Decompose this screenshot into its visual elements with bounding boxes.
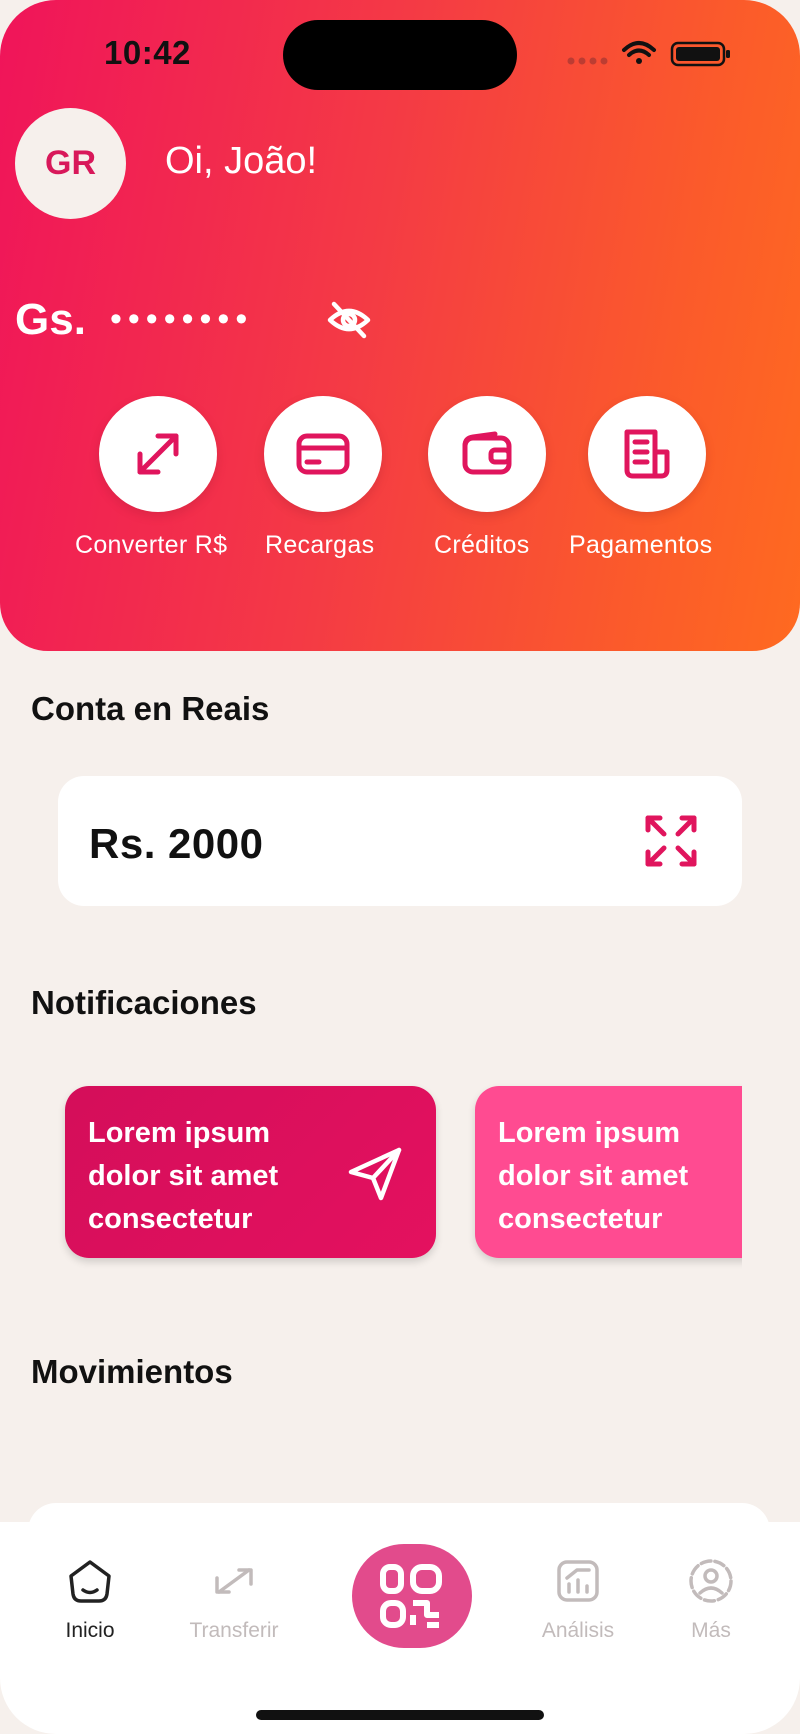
tab-mas[interactable]: Más — [651, 1556, 771, 1643]
wifi-icon — [622, 41, 656, 64]
action-converter[interactable] — [98, 396, 218, 512]
tab-transferir-label: Transferir — [189, 1619, 279, 1642]
notification-text: Lorem ipsum dolor sit amet consectetur — [88, 1117, 279, 1235]
avatar-initials: GR — [45, 144, 96, 182]
app-screen: 10:42 GR Oi, João! Gs. •••••••• Converte… — [0, 0, 800, 1734]
action-pagamentos-circle[interactable] — [588, 396, 706, 512]
notification-text: Lorem ipsum dolor sit amet consectetur — [498, 1117, 689, 1235]
header-panel: 10:42 GR Oi, João! Gs. •••••••• Converte… — [0, 0, 800, 651]
notifications-carousel[interactable]: Lorem ipsum dolor sit amet consectetur L… — [58, 1080, 742, 1270]
tab-inicio[interactable]: Inicio — [30, 1556, 150, 1643]
expand-icon[interactable] — [644, 814, 698, 868]
signal-icon — [567, 57, 608, 65]
reais-balance: Rs. 2000 — [89, 820, 264, 867]
transfer-icon — [215, 1568, 253, 1594]
action-creditos-label: Créditos — [434, 531, 530, 559]
home-indicator[interactable] — [256, 1710, 544, 1720]
avatar[interactable]: GR — [15, 108, 126, 219]
action-creditos-circle[interactable] — [428, 396, 546, 512]
action-converter-circle[interactable] — [99, 396, 217, 512]
qr-scan-button[interactable] — [352, 1544, 472, 1648]
status-time: 10:42 — [104, 34, 191, 71]
tab-inicio-label: Inicio — [65, 1619, 115, 1642]
qr-code-icon — [380, 1564, 442, 1628]
action-recargas-label: Recargas — [265, 531, 375, 559]
notification-card[interactable]: Lorem ipsum dolor sit amet consectetur — [475, 1086, 742, 1258]
profile-icon — [689, 1559, 733, 1603]
action-recargas-circle[interactable] — [264, 396, 382, 512]
tab-analisis[interactable]: Análisis — [518, 1556, 638, 1643]
notification-card[interactable]: Lorem ipsum dolor sit amet consectetur — [65, 1086, 436, 1258]
balance-hidden-value: •••••••• — [110, 300, 254, 338]
action-pagamentos-label: Pagamentos — [569, 531, 713, 559]
convert-arrows-icon — [137, 433, 179, 475]
tab-transferir[interactable]: Transferir — [174, 1556, 294, 1643]
send-icon — [348, 1147, 402, 1201]
greeting-text: Oi, João! — [165, 140, 318, 182]
battery-icon — [670, 41, 730, 67]
chart-icon — [557, 1560, 599, 1602]
movements-section-title: Movimientos — [31, 1353, 233, 1390]
home-icon — [69, 1560, 111, 1603]
reais-section-title: Conta en Reais — [31, 690, 270, 727]
action-recargas[interactable] — [263, 396, 383, 512]
action-pagamentos[interactable] — [587, 396, 707, 512]
card-icon — [296, 433, 350, 475]
tab-analisis-label: Análisis — [541, 1619, 615, 1642]
reais-account-card[interactable]: Rs. 2000 — [58, 776, 742, 906]
status-icons — [567, 41, 730, 67]
eye-off-icon[interactable] — [326, 300, 372, 340]
tab-mas-label: Más — [691, 1619, 731, 1642]
action-converter-label: Converter R$ — [75, 531, 228, 559]
receipt-icon — [624, 429, 670, 479]
dynamic-island — [283, 20, 517, 90]
wallet-icon — [462, 431, 512, 475]
action-creditos[interactable] — [427, 396, 547, 512]
bottom-tab-bar: Inicio Transferir Análisis Más — [0, 1522, 800, 1734]
balance-currency: Gs. — [15, 295, 86, 344]
notifications-section-title: Notificaciones — [31, 984, 257, 1021]
